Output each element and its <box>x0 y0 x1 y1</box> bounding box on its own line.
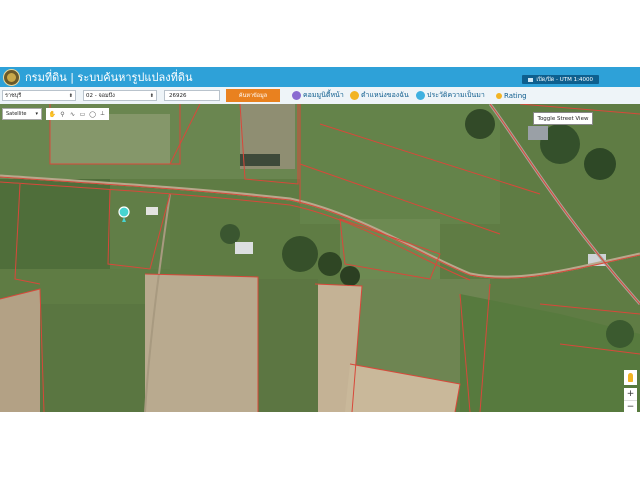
community-icon <box>292 91 301 100</box>
location-icon <box>350 91 359 100</box>
map-type-value: Satellite <box>6 111 27 117</box>
community-link[interactable]: คอมมูนิตี้หน้า <box>292 90 344 101</box>
chevron-down-icon: ▾ <box>35 111 38 117</box>
district-select[interactable]: 02 - จอมบึง ⬍ <box>83 90 157 101</box>
history-link-label: ประวัติความเป็นมา <box>427 91 485 99</box>
utm-toggle-label: เปิด/ปิด - UTM 1:4000 <box>536 76 593 83</box>
marker-icon[interactable]: ⚲ <box>59 111 66 118</box>
utm-toggle-button[interactable]: เปิด/ปิด - UTM 1:4000 <box>522 75 599 84</box>
province-select[interactable]: ราชบุรี ⬍ <box>2 90 76 101</box>
province-select-value: ราชบุรี <box>5 92 22 99</box>
map-type-select[interactable]: Satellite ▾ <box>2 108 42 120</box>
district-select-value: 02 - จอมบึง <box>86 92 115 99</box>
map-imagery <box>0 104 640 412</box>
rating-link-label: Rating <box>504 91 527 100</box>
search-toolbar: ราชบุรี ⬍ 02 - จอมบึง ⬍ 26926 ค้นหาข้อมู… <box>0 87 640 104</box>
chevron-updown-icon: ⬍ <box>149 92 154 99</box>
rating-icon <box>496 92 502 99</box>
rating-link[interactable]: Rating <box>496 90 527 101</box>
my-location-link-label: ตำแหน่งของฉัน <box>361 91 409 99</box>
my-location-link[interactable]: ตำแหน่งของฉัน <box>350 90 409 101</box>
circle-icon[interactable]: ◯ <box>89 111 96 118</box>
line-icon[interactable]: ∿ <box>69 111 76 118</box>
community-link-label: คอมมูนิตี้หน้า <box>303 91 344 99</box>
rectangle-icon[interactable]: ▭ <box>79 111 86 118</box>
parcel-number-input[interactable]: 26926 <box>164 90 220 101</box>
zoom-out-button[interactable]: − <box>624 400 637 412</box>
page: กรมที่ดิน | ระบบค้นหารูปแปลงที่ดิน เปิด/… <box>0 0 640 480</box>
parcel-number-value: 26926 <box>169 92 187 99</box>
department-logo <box>3 68 20 86</box>
hand-icon[interactable]: ✋ <box>49 111 56 118</box>
ruler-icon[interactable]: ⟂ <box>99 110 106 118</box>
history-icon <box>416 91 425 100</box>
satellite-map[interactable]: Satellite ▾ ✋ ⚲ ∿ ▭ ◯ ⟂ Toggle Street Vi… <box>0 104 640 412</box>
app-title: กรมที่ดิน | ระบบค้นหารูปแปลงที่ดิน <box>25 71 193 84</box>
toggle-street-view-button[interactable]: Toggle Street View <box>533 112 593 125</box>
pegman-icon[interactable] <box>624 370 637 385</box>
chevron-updown-icon: ⬍ <box>68 92 73 99</box>
zoom-in-button[interactable]: + <box>624 388 637 400</box>
history-link[interactable]: ประวัติความเป็นมา <box>416 90 485 101</box>
grid-icon <box>528 77 534 82</box>
app-header: กรมที่ดิน | ระบบค้นหารูปแปลงที่ดิน เปิด/… <box>0 67 640 87</box>
drawing-toolbar: ✋ ⚲ ∿ ▭ ◯ ⟂ <box>46 108 109 120</box>
search-button[interactable]: ค้นหาข้อมูล <box>226 89 280 102</box>
